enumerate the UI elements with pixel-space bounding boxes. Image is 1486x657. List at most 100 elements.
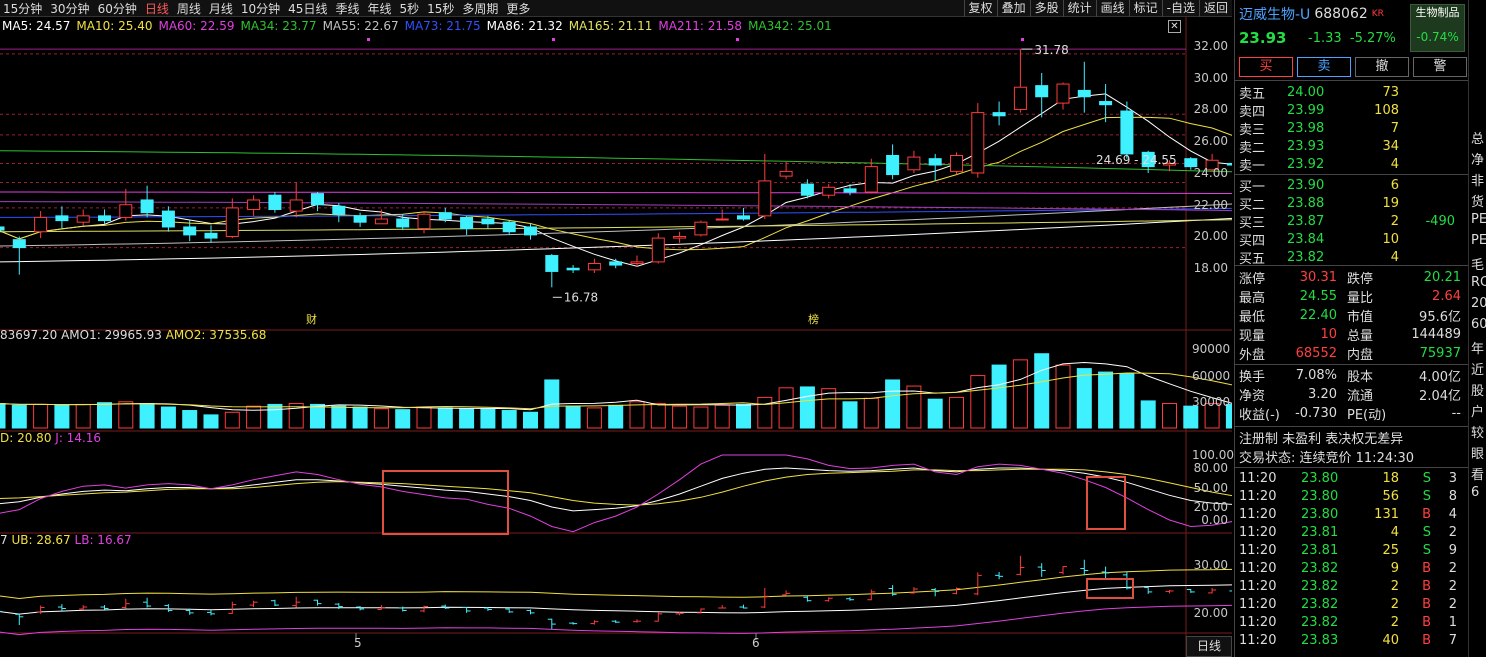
stat-value: -0.730 — [1295, 406, 1337, 421]
tool-button[interactable]: 多股 — [1029, 0, 1063, 17]
stat-row: 涨停 30.31 跌停 20.21 — [1239, 268, 1461, 287]
candle-body — [886, 155, 900, 176]
orderbook-price: 23.84 — [1287, 231, 1325, 247]
tick-price: 23.82 — [1301, 596, 1339, 612]
period-tab[interactable]: 10分钟 — [238, 0, 285, 17]
period-tab[interactable]: 60分钟 — [95, 0, 142, 17]
ma5-line — [0, 93, 1232, 267]
tick-side: B — [1422, 632, 1431, 648]
side-info-label: 较 — [1471, 426, 1485, 441]
tick-time: 11:20 — [1239, 596, 1277, 612]
volume-bar — [842, 401, 858, 429]
period-tab[interactable]: 多周期 — [459, 0, 503, 17]
tick-volume: 131 — [1374, 506, 1399, 522]
period-tab[interactable]: 季线 — [332, 0, 364, 17]
candle-body — [1035, 85, 1049, 98]
period-tab[interactable]: 月线 — [206, 0, 238, 17]
volume-bar — [75, 403, 91, 429]
stock-name[interactable]: 迈威生物-U — [1239, 4, 1310, 24]
tick-price: 23.82 — [1301, 578, 1339, 594]
period-tab[interactable]: 更多 — [503, 0, 535, 17]
ma-legend-item: MA10: 25.40 — [76, 19, 153, 33]
tick-time: 11:20 — [1239, 614, 1277, 630]
side-info-label: RO — [1471, 275, 1486, 290]
trade-button[interactable]: 卖 — [1297, 57, 1351, 77]
kr-badge: KR — [1371, 9, 1384, 19]
candle-body — [673, 235, 687, 239]
volume-bar — [352, 406, 368, 429]
orderbook-row[interactable]: 买五 23.82 4 — [1239, 248, 1461, 267]
tool-button[interactable]: 叠加 — [996, 0, 1030, 17]
orderbook-row[interactable]: 卖三 23.98 7 — [1239, 119, 1461, 138]
tool-button[interactable]: 统计 — [1062, 0, 1096, 17]
trade-button[interactable]: 买 — [1239, 57, 1293, 77]
orderbook-volume: 10 — [1382, 231, 1399, 247]
kdj-d-value: D: 20.80 — [0, 431, 52, 445]
sector-badge[interactable]: 生物制品 -0.74% — [1410, 4, 1465, 52]
tool-button[interactable]: 复权 — [963, 0, 997, 17]
orderbook-label: 卖一 — [1239, 158, 1266, 174]
orderbook-row[interactable]: 卖二 23.93 34 — [1239, 137, 1461, 156]
tool-button[interactable]: 标记 — [1128, 0, 1162, 17]
volume-axis-label: 60000 — [1192, 368, 1231, 383]
orderbook-row[interactable]: 卖一 23.92 4 — [1239, 155, 1461, 174]
trade-button[interactable]: 警 — [1413, 57, 1467, 77]
stat-label: 最低 — [1239, 310, 1266, 325]
candle-body — [12, 239, 26, 249]
tool-button[interactable]: 画线 — [1095, 0, 1129, 17]
stat-row: 外盘 68552 内盘 75937 — [1239, 344, 1461, 363]
candle-body — [800, 183, 814, 196]
period-tab[interactable]: 30分钟 — [47, 0, 94, 17]
stat-label: 量比 — [1347, 291, 1374, 306]
tool-button[interactable]: -自选 — [1161, 0, 1199, 17]
candle-body — [651, 237, 665, 263]
orderbook-price: 23.88 — [1287, 195, 1325, 211]
kdj-j-line — [0, 454, 1232, 533]
orderbook-price: 23.98 — [1287, 120, 1325, 136]
candle-body — [481, 218, 495, 225]
period-tab[interactable]: 年线 — [364, 0, 396, 17]
trade-buttons: 买卖撤警 — [1239, 57, 1467, 77]
volume-bar — [480, 408, 496, 429]
volume-bar — [906, 385, 922, 429]
tick-row: 11:20 23.80 18 S 3 — [1239, 469, 1461, 487]
period-tab[interactable]: 日线 — [142, 0, 174, 17]
volume-bar — [1119, 373, 1135, 429]
stat-label: 流通 — [1347, 389, 1374, 404]
tick-volume: 25 — [1382, 542, 1399, 558]
orderbook-row[interactable]: 买三 23.87 2 -490 — [1239, 212, 1461, 231]
period-tab[interactable]: 15秒 — [424, 0, 459, 17]
orderbook-row[interactable]: 买一 23.90 6 — [1239, 176, 1461, 195]
close-icon[interactable]: ✕ — [1168, 20, 1181, 33]
kdj-axis-label: 0.00 — [1201, 513, 1228, 527]
tick-count: 2 — [1448, 524, 1457, 540]
tick-side: S — [1422, 470, 1431, 486]
tool-button[interactable]: 返回 — [1198, 0, 1232, 17]
candle-body — [1013, 86, 1027, 110]
amo1-value: AMO1: 29965.93 — [61, 328, 162, 342]
candle-body — [950, 155, 963, 172]
orderbook-row[interactable]: 卖五 24.00 73 — [1239, 83, 1461, 102]
candle-body — [55, 215, 69, 222]
stat-value: 68552 — [1295, 346, 1337, 361]
orderbook-label: 买二 — [1239, 197, 1266, 213]
long-ma-line — [0, 150, 1232, 173]
tick-row: 11:20 23.80 131 B 4 — [1239, 505, 1461, 523]
boll-ub-value: UB: 28.67 — [11, 533, 71, 547]
orderbook-row[interactable]: 卖四 23.99 108 — [1239, 101, 1461, 120]
volume-bar — [395, 409, 411, 429]
period-tab[interactable]: 周线 — [174, 0, 206, 17]
candle-body — [311, 193, 324, 206]
trade-button[interactable]: 撤 — [1355, 57, 1409, 77]
period-tab[interactable]: 45日线 — [285, 0, 332, 17]
orderbook-row[interactable]: 买四 23.84 10 — [1239, 230, 1461, 249]
period-tab[interactable]: 15分钟 — [0, 0, 47, 17]
candle-body — [843, 188, 857, 193]
orderbook-row[interactable]: 买二 23.88 19 — [1239, 194, 1461, 213]
tick-count: 9 — [1448, 542, 1457, 558]
period-tab[interactable]: 5秒 — [396, 0, 424, 17]
candle-body — [353, 215, 367, 223]
tick-volume: 2 — [1390, 596, 1399, 612]
boll-upper-line — [0, 568, 1232, 600]
tab-daily[interactable]: 日线 — [1186, 636, 1232, 657]
